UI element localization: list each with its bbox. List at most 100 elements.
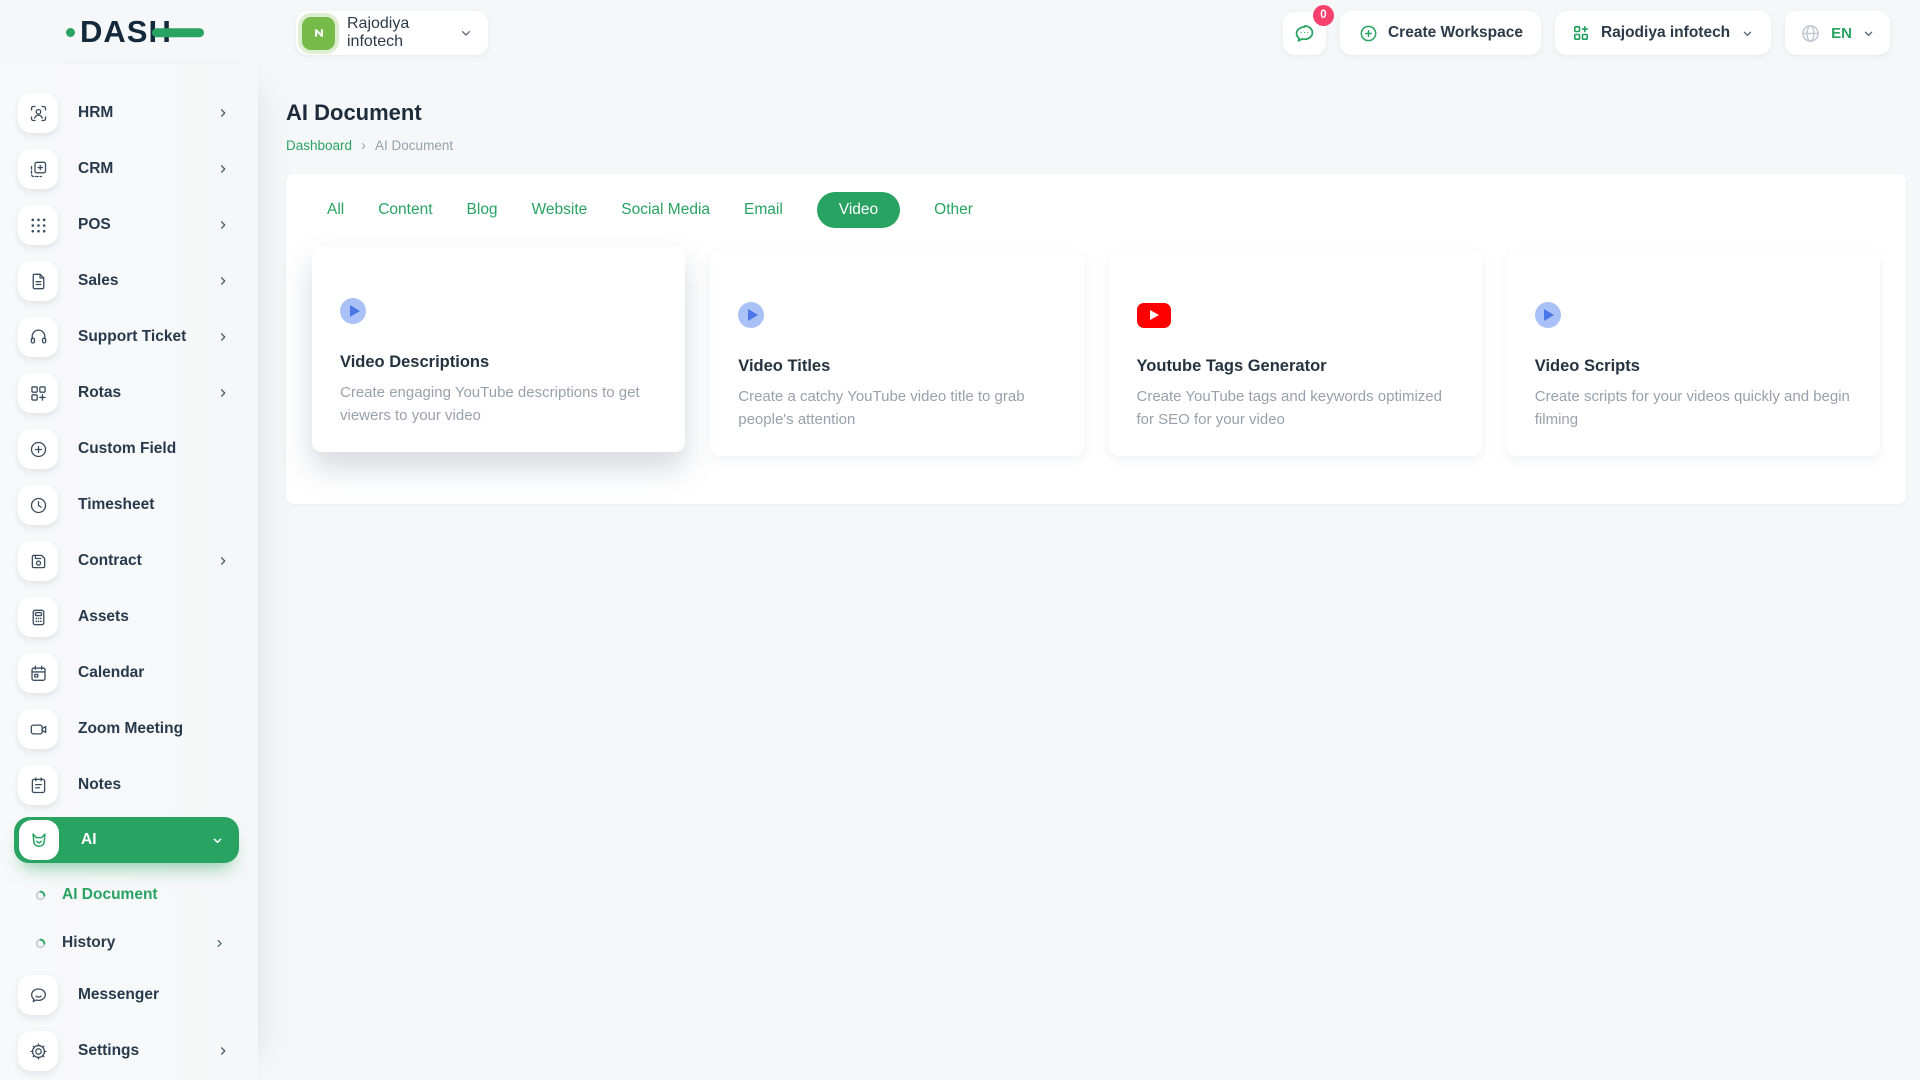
chevron-right-icon xyxy=(216,162,230,176)
workspace-grid-icon xyxy=(1574,25,1589,40)
chevron-right-icon xyxy=(216,1044,230,1058)
company-name: Rajodiya infotech xyxy=(1600,24,1731,41)
sidebar-item-contract[interactable]: Contract xyxy=(0,533,258,589)
speech-bubble-icon xyxy=(18,975,58,1015)
sidebar-item-timesheet[interactable]: Timesheet xyxy=(0,477,258,533)
tab-other[interactable]: Other xyxy=(934,193,973,227)
sidebar-item-crm[interactable]: CRM xyxy=(0,141,258,197)
sidebar-item-ai[interactable]: AI xyxy=(14,817,239,863)
play-circle-icon xyxy=(738,301,765,328)
chevron-right-icon xyxy=(216,106,230,120)
chevron-down-icon xyxy=(1743,31,1752,36)
chevron-right-icon xyxy=(213,937,226,950)
chevron-right-icon xyxy=(216,218,230,232)
ai-fox-icon xyxy=(19,820,59,860)
sidebar-item-custom-field[interactable]: Custom Field xyxy=(0,421,258,477)
tab-blog[interactable]: Blog xyxy=(467,193,498,227)
sidebar: HRM CRM POS Sales Support Ticket Rotas C… xyxy=(0,64,258,1080)
messages-button[interactable]: 0 xyxy=(1282,4,1334,55)
sidebar-item-ai-document[interactable]: AI Document xyxy=(0,871,258,919)
chevron-right-icon xyxy=(216,330,230,344)
tab-content[interactable]: Content xyxy=(378,193,432,227)
page-title: AI Document xyxy=(286,100,422,125)
sales-document-icon xyxy=(18,261,58,301)
calendar-icon xyxy=(18,653,58,693)
play-circle-icon xyxy=(1534,301,1561,328)
plus-circle-icon xyxy=(1360,25,1377,41)
card-video-scripts[interactable]: Video Scripts Create scripts for your vi… xyxy=(1506,251,1880,456)
card-description: Create scripts for your videos quickly a… xyxy=(1534,388,1850,428)
circle-plus-icon xyxy=(18,429,58,469)
chevron-right-icon xyxy=(216,554,230,568)
workspace-logo-icon xyxy=(302,16,335,50)
chat-bubble-icon xyxy=(1295,24,1314,42)
breadcrumb: Dashboard › AI Document xyxy=(286,138,1906,153)
company-menu[interactable]: Rajodiya infotech xyxy=(1554,11,1772,55)
floppy-disk-icon xyxy=(18,541,58,581)
sidebar-item-hrm[interactable]: HRM xyxy=(0,85,258,141)
spinner-circle-icon xyxy=(35,890,46,901)
spinner-circle-icon xyxy=(35,938,46,949)
language-code: EN xyxy=(1831,24,1852,42)
youtube-icon xyxy=(1136,302,1171,328)
card-description: Create a catchy YouTube video title to g… xyxy=(738,388,1025,428)
logo-dot-icon xyxy=(66,27,75,37)
sidebar-item-pos[interactable]: POS xyxy=(0,197,258,253)
template-cards: Video Descriptions Create engaging YouTu… xyxy=(312,247,1880,456)
top-header: DASH Rajodiya infotech 0 Create Workspac… xyxy=(0,0,1920,64)
sidebar-item-notes[interactable]: Notes xyxy=(0,757,258,813)
globe-icon xyxy=(1802,24,1820,42)
notification-badge: 0 xyxy=(1312,4,1334,26)
sidebar-item-support-ticket[interactable]: Support Ticket xyxy=(0,309,258,365)
tab-email[interactable]: Email xyxy=(744,193,783,227)
crm-duplicate-plus-icon xyxy=(18,149,58,189)
card-video-titles[interactable]: Video Titles Create a catchy YouTube vid… xyxy=(710,251,1084,456)
card-title: Video Descriptions xyxy=(340,353,490,371)
chevron-right-icon xyxy=(216,274,230,288)
sidebar-item-zoom-meeting[interactable]: Zoom Meeting xyxy=(0,701,258,757)
sidebar-item-calendar[interactable]: Calendar xyxy=(0,645,258,701)
sidebar-item-history[interactable]: History xyxy=(0,919,258,967)
breadcrumb-dashboard-link[interactable]: Dashboard xyxy=(286,138,352,153)
card-title: Video Scripts xyxy=(1534,357,1640,375)
header-actions: 0 Create Workspace Rajodiya infotech EN xyxy=(1282,4,1890,55)
tab-all[interactable]: All xyxy=(327,193,344,227)
card-title: Video Titles xyxy=(738,357,831,375)
chevron-down-icon xyxy=(213,838,222,843)
app-logo[interactable]: DASH xyxy=(66,14,172,50)
create-workspace-label: Create Workspace xyxy=(1387,24,1523,41)
sidebar-item-assets[interactable]: Assets xyxy=(0,589,258,645)
sidebar-item-rotas[interactable]: Rotas xyxy=(0,365,258,421)
card-title: Youtube Tags Generator xyxy=(1136,357,1327,375)
sidebar-item-settings[interactable]: Settings xyxy=(0,1023,258,1079)
card-youtube-tags-generator[interactable]: Youtube Tags Generator Create YouTube ta… xyxy=(1108,251,1482,456)
chevron-right-icon xyxy=(216,386,230,400)
tab-social-media[interactable]: Social Media xyxy=(621,193,710,227)
clock-icon xyxy=(18,485,58,525)
ai-document-panel: All Content Blog Website Social Media Em… xyxy=(286,174,1906,504)
chevron-right-icon: › xyxy=(361,137,367,154)
create-workspace-button[interactable]: Create Workspace xyxy=(1339,11,1541,55)
logo-text: DASH xyxy=(80,14,172,49)
card-video-descriptions[interactable]: Video Descriptions Create engaging YouTu… xyxy=(312,247,686,452)
workspace-switcher[interactable]: Rajodiya infotech xyxy=(296,11,488,55)
play-circle-icon xyxy=(340,297,366,324)
rotas-qr-plus-icon xyxy=(18,373,58,413)
tab-video[interactable]: Video xyxy=(816,192,901,228)
pos-grid-dots-icon xyxy=(18,205,58,245)
gear-icon xyxy=(18,1031,58,1071)
workspace-name: Rajodiya infotech xyxy=(347,15,410,50)
main-content: AI Document Dashboard › AI Document All … xyxy=(258,64,1920,1080)
tab-website[interactable]: Website xyxy=(532,193,588,227)
breadcrumb-current: AI Document xyxy=(375,138,454,153)
hrm-user-focus-icon xyxy=(18,93,58,133)
category-tabs: All Content Blog Website Social Media Em… xyxy=(312,192,1880,228)
sidebar-item-sales[interactable]: Sales xyxy=(0,253,258,309)
chevron-down-icon xyxy=(1864,31,1873,36)
chevron-down-icon xyxy=(462,30,470,36)
notepad-icon xyxy=(18,765,58,805)
card-description: Create YouTube tags and keywords optimiz… xyxy=(1136,388,1442,428)
headset-icon xyxy=(18,317,58,357)
language-menu[interactable]: EN xyxy=(1785,11,1890,55)
sidebar-item-messenger[interactable]: Messenger xyxy=(0,967,258,1023)
